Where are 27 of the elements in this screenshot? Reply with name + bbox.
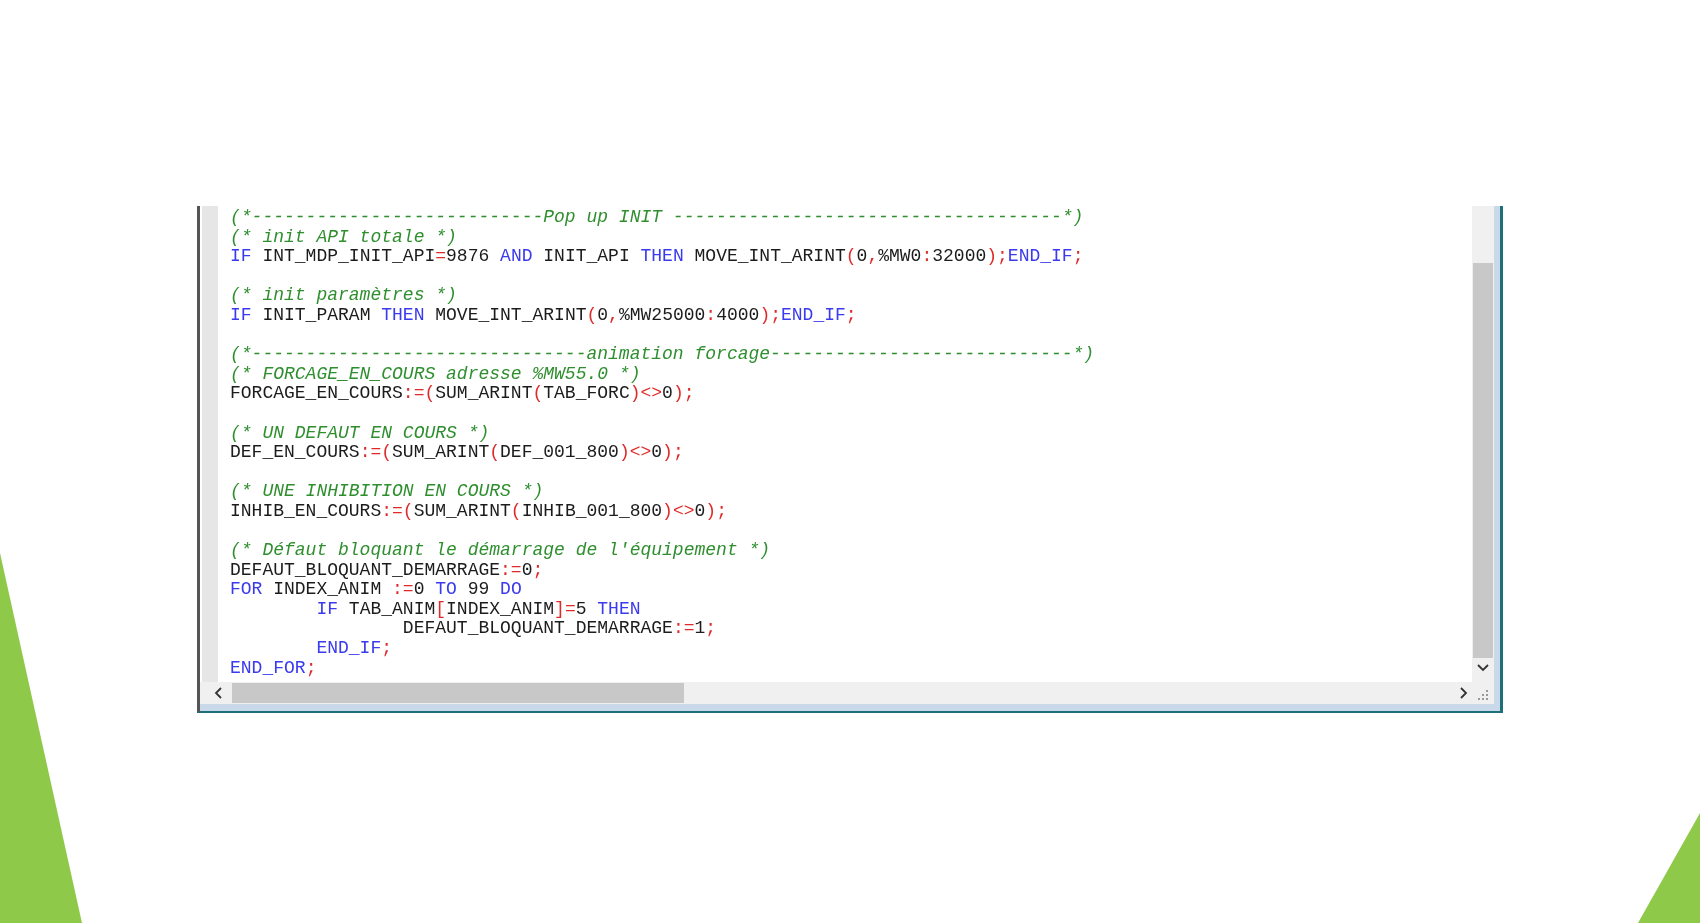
code-line: IF TAB_ANIM[INDEX_ANIM]=5 THEN: [315, 599, 642, 620]
code-line: IF INT_MDP_INIT_API=9876 AND INIT_API THEN MOVE_INT_ARINT(0,%MW0:32000);END_IF;: [230, 247, 1085, 267]
code-line: (* Défaut bloquant le démarrage de l'équipement *): [230, 541, 772, 561]
code-line: (* UN DEFAUT EN COURS *): [230, 423, 491, 444]
scrollbar-thumb[interactable]: [1473, 263, 1493, 658]
code-line: END_IF;: [315, 639, 394, 659]
chevron-right-icon[interactable]: [1460, 687, 1468, 699]
resize-grip-icon[interactable]: [1478, 690, 1488, 700]
code-line: (*-------------------------------animation forcage----------------------------*): [230, 345, 1096, 365]
chevron-left-icon[interactable]: [214, 687, 222, 699]
code-line: (*---------------------------Pop up INIT ------------------------------------*): [230, 208, 1085, 228]
code-line: (* FORCAGE_EN_COURS adresse %MW55.0 *): [230, 364, 642, 385]
vertical-scrollbar[interactable]: [1472, 206, 1494, 682]
code-line: DEF_EN_COURS:=(SUM_ARINT(DEF_001_800)<>0);: [230, 443, 685, 463]
code-line: (* UNE INHIBITION EN COURS *): [230, 482, 545, 502]
code-line: END_FOR;: [230, 658, 318, 679]
chevron-down-icon[interactable]: [1477, 664, 1489, 672]
code-line: DEFAUT_BLOQUANT_DEMARRAGE:=0;: [230, 560, 545, 581]
code-line: FOR INDEX_ANIM :=0 TO 99 DO: [230, 580, 523, 600]
code-line: (* init API totale *): [230, 227, 458, 248]
code-line: IF INIT_PARAM THEN MOVE_INT_ARINT(0,%MW25000:4000);END_IF;: [230, 305, 858, 326]
code-line: FORCAGE_EN_COURS:=(SUM_ARINT(TAB_FORC)<>0);: [230, 384, 696, 404]
horizontal-scrollbar[interactable]: [200, 682, 1494, 704]
code-line: (* init paramètres *): [230, 286, 458, 306]
code-line: DEFAUT_BLOQUANT_DEMARRAGE:=1;: [401, 619, 718, 640]
scrollbar-thumb[interactable]: [232, 683, 684, 703]
code-line: INHIB_EN_COURS:=(SUM_ARINT(INHIB_001_800)<>0);: [230, 501, 728, 522]
